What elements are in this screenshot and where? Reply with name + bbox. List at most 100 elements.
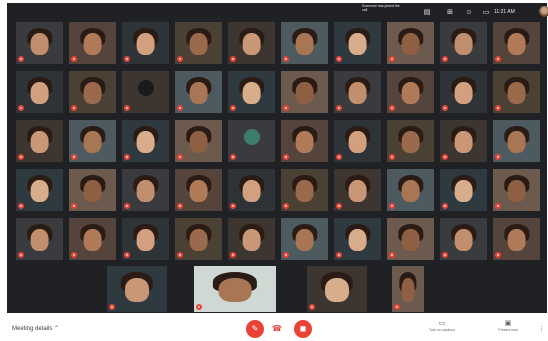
mic-off-icon: ● (71, 56, 77, 62)
participant-tile[interactable]: ● (307, 266, 367, 312)
mic-off-icon: ● (336, 154, 342, 160)
participant-face (348, 32, 367, 55)
participant-face (83, 130, 102, 153)
participant-tile[interactable]: ● (69, 71, 116, 113)
participant-tile[interactable]: ● (440, 22, 487, 64)
mic-off-icon: ● (177, 154, 183, 160)
participant-tile[interactable]: ● (334, 218, 381, 260)
participant-tile[interactable]: ● (16, 169, 63, 211)
participant-tile[interactable]: ● (334, 169, 381, 211)
participant-tile[interactable]: ● (228, 120, 275, 162)
participant-tile[interactable]: ● (493, 169, 540, 211)
participant-tile[interactable]: ● (69, 120, 116, 162)
participant-tile[interactable]: ● (334, 120, 381, 162)
participant-tile[interactable]: ● (281, 22, 328, 64)
chat-icon[interactable]: ▭ (481, 8, 491, 18)
mic-off-icon: ● (389, 203, 395, 209)
participant-tile[interactable]: ● (440, 218, 487, 260)
participant-face (401, 32, 420, 55)
participant-tile[interactable]: ● (122, 218, 169, 260)
participant-tile[interactable]: ● (387, 169, 434, 211)
participant-tile[interactable]: ● (281, 169, 328, 211)
people-icon[interactable]: ☺ (464, 8, 474, 18)
participant-tile[interactable]: ● (175, 169, 222, 211)
hangup-icon: ☎ (272, 324, 282, 333)
participant-tile[interactable]: ● (440, 71, 487, 113)
captions-button[interactable]: ▭ Turn on captions (422, 320, 462, 333)
present-button[interactable]: ▣ Present now (488, 320, 528, 333)
mic-off-icon: ● (442, 154, 448, 160)
participant-face (136, 32, 155, 55)
participant-tile[interactable]: ● (392, 266, 424, 312)
participant-face (507, 130, 526, 153)
participant-face (30, 32, 49, 55)
participant-tile[interactable]: ● (69, 169, 116, 211)
participant-tile[interactable]: ● (440, 169, 487, 211)
layout-icon[interactable]: ⊞ (445, 8, 455, 18)
participant-tile[interactable]: ● (228, 169, 275, 211)
participant-tile[interactable]: ● (122, 169, 169, 211)
participant-letter-avatar (137, 79, 154, 96)
mic-off-icon: ● (230, 105, 236, 111)
participant-face (189, 81, 208, 104)
participant-tile[interactable]: ● (493, 22, 540, 64)
participant-tile[interactable]: ● (281, 71, 328, 113)
mic-off-icon: ● (71, 105, 77, 111)
participant-face (218, 277, 252, 302)
participant-face (136, 228, 155, 251)
participant-tile[interactable]: ● (281, 218, 328, 260)
mic-off-icon: ● (177, 56, 183, 62)
self-avatar[interactable] (539, 6, 548, 17)
mic-toggle-button[interactable]: ✎ (246, 320, 264, 338)
mic-off-icon: ● (389, 154, 395, 160)
participant-tile[interactable]: ● (334, 22, 381, 64)
participant-face (30, 228, 49, 251)
present-label: Present now (498, 328, 518, 332)
mic-off-icon: ● (442, 105, 448, 111)
participant-tile[interactable]: ● (228, 22, 275, 64)
cc-icon[interactable]: ▤ (422, 8, 432, 18)
participant-tile[interactable]: ● (440, 120, 487, 162)
participant-tile[interactable]: ● (122, 22, 169, 64)
participant-tile[interactable]: ● (493, 120, 540, 162)
participant-face (401, 228, 420, 251)
participant-face (295, 228, 314, 251)
meeting-details-button[interactable]: Meeting details ⌃ (12, 325, 59, 332)
participant-face (454, 130, 473, 153)
participant-tile[interactable]: ● (493, 218, 540, 260)
participant-tile[interactable]: ● (69, 218, 116, 260)
participant-tile[interactable]: ● (175, 71, 222, 113)
participant-tile[interactable]: ● (228, 218, 275, 260)
participant-tile[interactable]: ● (228, 71, 275, 113)
participant-tile[interactable]: ● (387, 71, 434, 113)
participant-tile[interactable]: ● (387, 218, 434, 260)
participant-tile[interactable]: ● (387, 120, 434, 162)
bottom-toolbar: Meeting details ⌃ ✎ ☎ ◼ ▭ Turn on captio… (0, 313, 548, 341)
participant-tile[interactable]: ● (107, 266, 167, 312)
participant-tile[interactable]: ● (16, 71, 63, 113)
participant-tile[interactable]: ● (175, 120, 222, 162)
participant-tile[interactable]: ● (175, 22, 222, 64)
participant-tile[interactable]: ● (122, 71, 169, 113)
participant-face (189, 179, 208, 202)
mic-off-icon: ● (124, 56, 130, 62)
video-grid: Someone has joined the call ▤ ⊞ ☺ ▭ 11:2… (7, 3, 548, 313)
participant-tile[interactable]: ● (16, 218, 63, 260)
camera-toggle-button[interactable]: ◼ (294, 320, 312, 338)
participant-tile[interactable]: ● (281, 120, 328, 162)
participant-tile[interactable]: ● (334, 71, 381, 113)
participant-tile[interactable]: ● (194, 266, 276, 312)
participant-face (295, 179, 314, 202)
mic-off-icon: ● (18, 105, 24, 111)
participant-tile[interactable]: ● (122, 120, 169, 162)
participant-face (401, 130, 420, 153)
participant-tile[interactable]: ● (16, 22, 63, 64)
more-vert-icon[interactable]: ⋮ (538, 325, 545, 333)
participant-tile[interactable]: ● (16, 120, 63, 162)
hangup-button[interactable]: ☎ (272, 324, 282, 333)
participant-tile[interactable]: ● (387, 22, 434, 64)
participant-tile[interactable]: ● (69, 22, 116, 64)
mic-off-icon: ● (336, 203, 342, 209)
participant-tile[interactable]: ● (493, 71, 540, 113)
participant-tile[interactable]: ● (175, 218, 222, 260)
